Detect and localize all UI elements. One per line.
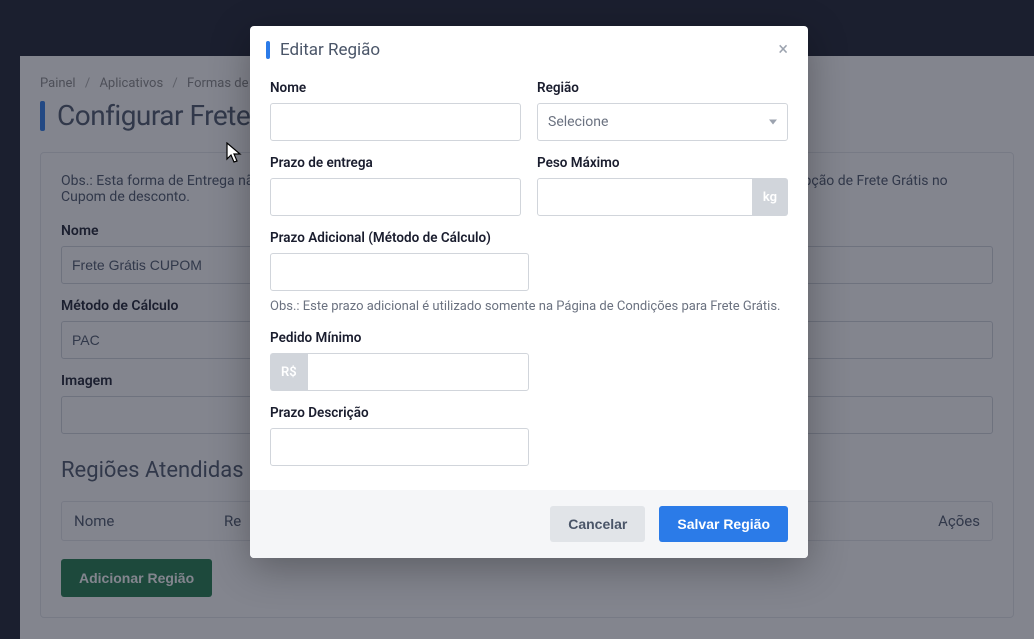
modal-prazo-desc-label: Prazo Descrição — [270, 405, 788, 421]
chevron-down-icon — [769, 120, 777, 125]
modal-regiao-label: Região — [537, 80, 788, 96]
cancel-button[interactable]: Cancelar — [550, 506, 645, 542]
modal-nome-label: Nome — [270, 80, 521, 96]
modal-prazo-adicional-input[interactable] — [270, 253, 529, 291]
modal-prazo-adicional-label: Prazo Adicional (Método de Cálculo) — [270, 230, 788, 246]
edit-region-modal: Editar Região × Nome Região Selecione Pr… — [250, 26, 808, 558]
modal-pedido-min-label: Pedido Mínimo — [270, 330, 788, 346]
modal-pedido-min-input[interactable] — [307, 353, 529, 391]
modal-header: Editar Região × — [250, 26, 808, 74]
modal-regiao-select[interactable]: Selecione — [537, 103, 788, 141]
modal-title: Editar Região — [280, 40, 778, 60]
modal-footer: Cancelar Salvar Região — [250, 490, 808, 558]
save-region-button[interactable]: Salvar Região — [659, 506, 788, 542]
modal-nome-input[interactable] — [270, 103, 521, 141]
prazo-adicional-note: Obs.: Este prazo adicional é utilizado s… — [270, 298, 788, 316]
peso-unit-addon: kg — [753, 178, 788, 216]
close-icon[interactable]: × — [778, 41, 788, 59]
modal-body: Nome Região Selecione Prazo de entrega P… — [250, 74, 808, 490]
modal-peso-input[interactable] — [537, 178, 753, 216]
modal-regiao-value: Selecione — [548, 114, 608, 130]
modal-peso-label: Peso Máximo — [537, 155, 788, 171]
modal-accent-bar — [266, 41, 270, 59]
modal-prazo-label: Prazo de entrega — [270, 155, 521, 171]
currency-addon: R$ — [270, 353, 307, 391]
modal-prazo-desc-input[interactable] — [270, 428, 529, 466]
modal-prazo-input[interactable] — [270, 178, 521, 216]
